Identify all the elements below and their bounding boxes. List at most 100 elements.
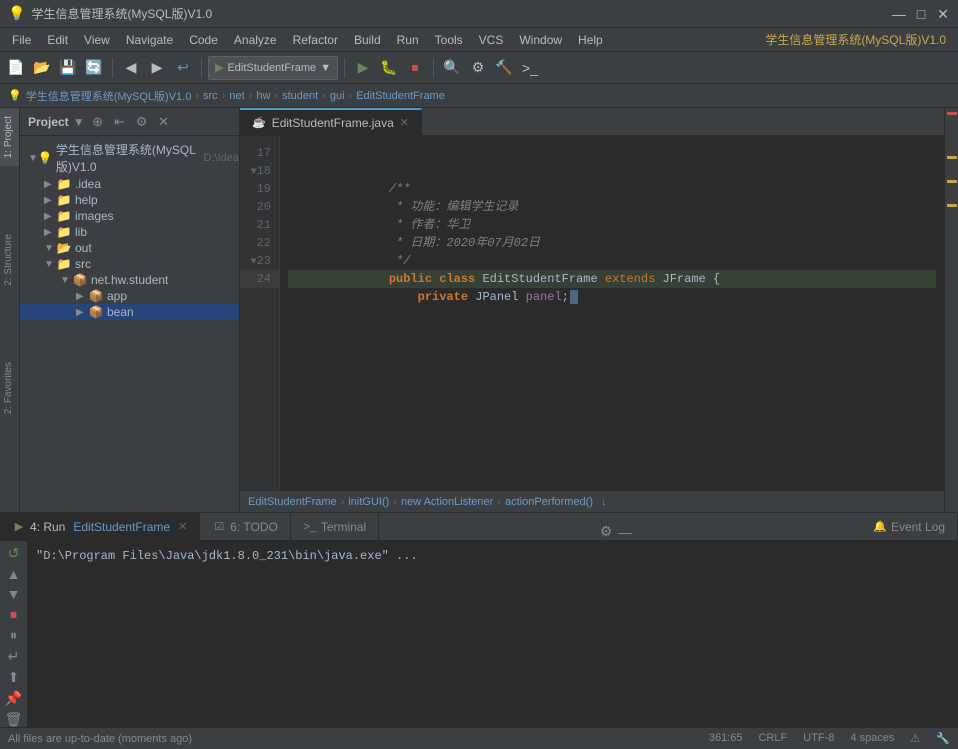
line-num-21: 21 xyxy=(240,216,279,234)
panel-close-icon[interactable]: ✕ xyxy=(155,113,173,131)
cb-method[interactable]: initGUI() xyxy=(348,496,389,508)
menu-view[interactable]: View xyxy=(76,30,118,50)
code-breadcrumb: EditStudentFrame › initGUI() › new Actio… xyxy=(240,490,944,512)
titlebar-title: 学生信息管理系统(MySQL版)V1.0 xyxy=(31,5,892,22)
cb-new[interactable]: new ActionListener xyxy=(401,496,493,508)
toolbar-undo-btn[interactable]: ↩ xyxy=(171,56,195,80)
tree-bean[interactable]: ▶ 📦 bean xyxy=(20,304,239,320)
menu-build[interactable]: Build xyxy=(346,30,389,50)
menu-vcs[interactable]: VCS xyxy=(471,30,512,50)
menu-window[interactable]: Window xyxy=(511,30,570,50)
tree-net-hw[interactable]: ▼ 📦 net.hw.student xyxy=(20,272,239,288)
statusbar: All files are up-to-date (moments ago) 3… xyxy=(0,727,958,749)
run-clear-btn[interactable]: 🗑 xyxy=(3,711,25,727)
cb-action[interactable]: actionPerformed() xyxy=(505,496,593,508)
panel-title: Project xyxy=(28,115,69,129)
tab-event-log[interactable]: 🔔 Event Log xyxy=(861,513,958,540)
tree-src[interactable]: ▼ 📁 src xyxy=(20,256,239,272)
line-num-19: 19 xyxy=(240,180,279,198)
tree-root[interactable]: ▼ 💡 学生信息管理系统(MySQL版)V1.0 D:\Idea xyxy=(20,140,239,176)
run-rerun-btn[interactable]: ↺ xyxy=(3,545,25,562)
toolbar-open-btn[interactable]: 📂 xyxy=(30,56,54,80)
toolbar-save-btn[interactable]: 💾 xyxy=(56,56,80,80)
toolbar-terminal-btn[interactable]: >_ xyxy=(518,56,542,80)
tree-out[interactable]: ▼ 📂 out xyxy=(20,240,239,256)
menu-help[interactable]: Help xyxy=(570,30,611,50)
run-tab-close[interactable]: ✕ xyxy=(178,520,187,533)
toolbar-sync-btn[interactable]: 🔄 xyxy=(82,56,106,80)
toolbar-back-btn[interactable]: ◀ xyxy=(119,56,143,80)
tab-close-icon[interactable]: ✕ xyxy=(400,116,409,129)
run-pin-btn[interactable]: 📌 xyxy=(3,690,25,707)
breadcrumb-src[interactable]: src xyxy=(203,90,218,102)
run-pause-btn[interactable]: ⏸ xyxy=(3,627,25,644)
tree-images[interactable]: ▶ 📁 images xyxy=(20,208,239,224)
tree-idea[interactable]: ▶ 📁 .idea xyxy=(20,176,239,192)
menu-navigate[interactable]: Navigate xyxy=(118,30,181,50)
toolbar-search-btn[interactable]: 🔍 xyxy=(440,56,464,80)
breadcrumb-class[interactable]: EditStudentFrame xyxy=(356,90,445,102)
panel-locate-icon[interactable]: ⊕ xyxy=(89,113,107,131)
code-view[interactable]: /** * 功能：编辑学生记录 * 作者：华卫 * 日期：2020年07月02日… xyxy=(280,136,944,490)
app-icon: 💡 xyxy=(8,5,25,22)
status-crlf[interactable]: CRLF xyxy=(758,732,787,745)
status-encoding[interactable]: UTF-8 xyxy=(803,732,834,745)
folder-out-icon: 📂 xyxy=(56,241,72,255)
editor-tab-active[interactable]: ☕ EditStudentFrame.java ✕ xyxy=(240,108,422,135)
tab-terminal[interactable]: >_ Terminal xyxy=(291,513,379,540)
toolbar-build-btn[interactable]: 🔨 xyxy=(492,56,516,80)
panel-settings-icon[interactable]: ⚙ xyxy=(133,113,151,131)
breadcrumb-student[interactable]: student xyxy=(282,90,318,102)
panel-collapse-icon[interactable]: ⇤ xyxy=(111,113,129,131)
breadcrumb-gui[interactable]: gui xyxy=(330,90,345,102)
titlebar: 💡 学生信息管理系统(MySQL版)V1.0 — □ ✕ xyxy=(0,0,958,28)
run-content: "D:\Program Files\Java\jdk1.8.0_231\bin\… xyxy=(28,541,958,727)
tab-todo[interactable]: ☑ 6: TODO xyxy=(200,513,291,540)
run-wrap-btn[interactable]: ↵ xyxy=(3,648,25,665)
minimize-button[interactable]: — xyxy=(892,7,906,21)
run-scroll-up-btn[interactable]: ▲ xyxy=(3,566,25,582)
menu-refactor[interactable]: Refactor xyxy=(285,30,346,50)
menu-file[interactable]: File xyxy=(4,30,39,50)
run-stop-btn[interactable]: ⏹ xyxy=(3,606,25,623)
maximize-button[interactable]: □ xyxy=(914,7,928,21)
breadcrumb: 💡 学生信息管理系统(MySQL版)V1.0 › src › net › hw … xyxy=(0,84,958,108)
menu-tools[interactable]: Tools xyxy=(427,30,471,50)
menu-code[interactable]: Code xyxy=(181,30,226,50)
menu-edit[interactable]: Edit xyxy=(39,30,76,50)
toolbar-settings-btn[interactable]: ⚙ xyxy=(466,56,490,80)
java-file-icon: ☕ xyxy=(252,116,266,129)
tab-run[interactable]: ▶ 4: Run EditStudentFrame ✕ xyxy=(0,513,200,540)
breadcrumb-net[interactable]: net xyxy=(229,90,244,102)
status-position[interactable]: 361:65 xyxy=(709,732,743,745)
cb-class[interactable]: EditStudentFrame xyxy=(248,496,337,508)
favorites-tab[interactable]: 2: Favorites xyxy=(0,354,19,422)
toolbar-new-btn[interactable]: 📄 xyxy=(4,56,28,80)
tree-lib[interactable]: ▶ 📁 lib xyxy=(20,224,239,240)
close-button[interactable]: ✕ xyxy=(936,7,950,21)
run-panel-minimize-icon[interactable]: — xyxy=(618,524,632,540)
breadcrumb-root[interactable]: 学生信息管理系统(MySQL版)V1.0 xyxy=(26,88,192,104)
menu-analyze[interactable]: Analyze xyxy=(226,30,285,50)
toolbar-forward-btn[interactable]: ▶ xyxy=(145,56,169,80)
run-panel-settings-icon[interactable]: ⚙ xyxy=(600,523,613,540)
toolbar-run-btn[interactable]: ▶ xyxy=(351,56,375,80)
status-warnings-icon[interactable]: ⚠ xyxy=(910,732,920,745)
breadcrumb-hw[interactable]: hw xyxy=(256,90,270,102)
toolbar: 📄 📂 💾 🔄 ◀ ▶ ↩ ▶ EditStudentFrame ▼ ▶ 🐛 ⏹… xyxy=(0,52,958,84)
editor-area: ☕ EditStudentFrame.java ✕ 17 ▼18 19 20 2… xyxy=(240,108,944,512)
project-tab[interactable]: 1: Project xyxy=(0,108,19,166)
terminal-icon: >_ xyxy=(303,520,317,534)
run-config-dropdown[interactable]: ▶ EditStudentFrame ▼ xyxy=(208,56,338,80)
menu-run[interactable]: Run xyxy=(389,30,427,50)
menubar: File Edit View Navigate Code Analyze Ref… xyxy=(0,28,958,52)
run-scroll-down-btn[interactable]: ▼ xyxy=(3,586,25,602)
status-indent[interactable]: 4 spaces xyxy=(850,732,894,745)
toolbar-stop-btn[interactable]: ⏹ xyxy=(403,56,427,80)
tree-help[interactable]: ▶ 📁 help xyxy=(20,192,239,208)
run-filter-btn[interactable]: ⬆ xyxy=(3,669,25,686)
toolbar-debug-btn[interactable]: 🐛 xyxy=(377,56,401,80)
status-hg-icon[interactable]: 🔧 xyxy=(936,732,950,745)
structure-tab[interactable]: 2: Structure xyxy=(0,226,19,294)
tree-app[interactable]: ▶ 📦 app xyxy=(20,288,239,304)
